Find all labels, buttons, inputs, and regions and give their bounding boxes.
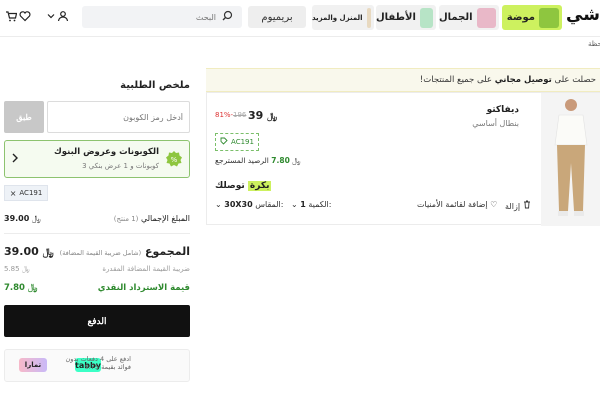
chevron-down-icon: ⌄ (215, 200, 222, 209)
search-input[interactable] (86, 9, 216, 25)
qty-value: 1 (300, 200, 306, 209)
logo[interactable]: شي (566, 5, 600, 25)
premium-button[interactable]: بريميوم (248, 6, 306, 28)
cashback-label: قيمة الاسترداد النقدي (97, 283, 190, 293)
tile-beauty-label: الجمال (439, 12, 473, 23)
product-image[interactable] (541, 93, 600, 226)
checkout-button[interactable]: الدفع (4, 305, 190, 337)
discount-badge-icon: % (165, 150, 183, 171)
quantity-selector[interactable]: ⌄ 1 الكمية: (291, 200, 331, 209)
points-value: 7.80 (271, 156, 290, 165)
header-divider (0, 36, 600, 37)
chevron-down-icon: ⌄ (291, 200, 298, 209)
banner-prefix: حصلت على (554, 75, 596, 85)
search-icon[interactable] (222, 10, 233, 24)
tile-kids[interactable]: الأطفال (376, 5, 436, 30)
order-summary-title: ملخص الطلبية (120, 80, 190, 91)
banner-highlight: توصيل مجاني (494, 75, 552, 85)
coupon-tag-code: AC191 (231, 138, 254, 146)
tile-fashion[interactable]: موضة (502, 5, 562, 30)
home-thumb-icon (366, 7, 371, 28)
chevron-left-icon[interactable] (11, 152, 19, 167)
applied-coupon-code: AC191 (19, 189, 43, 197)
riyal-icon: ﷼ (27, 283, 38, 293)
size-value: 30X30 (224, 200, 253, 209)
summary-divider (4, 233, 190, 234)
installments-box[interactable]: تمارا tabby ادفع على 4 دفعات بدون فوائد … (4, 349, 190, 382)
svg-text:%: % (171, 156, 178, 164)
installments-text: ادفع على 4 دفعات بدون فوائد بقيمة 9.75 (65, 355, 131, 372)
banner-text: حصلت على توصيل مجاني على جميع المنتجات! (420, 75, 596, 85)
cashback-value: ﷼ 7.80 (4, 283, 38, 293)
tile-kids-label: الأطفال (376, 12, 416, 23)
riyal-icon: ﷼ (21, 265, 30, 273)
tile-home[interactable]: المنزل والمزيد (312, 5, 374, 30)
delivery-day: بكرة (247, 181, 272, 191)
qty-label: الكمية: (308, 200, 332, 209)
size-label: المقاس: (255, 200, 284, 209)
vat-label: ضريبة القيمة المضافة المقدرة (102, 265, 190, 273)
trash-icon (523, 200, 531, 211)
riyal-icon: ﷼ (31, 214, 41, 223)
cart-item-card: ديفاكتو بنطال أساسي 39 ﷼ 196 81%- AC191 … (206, 92, 600, 226)
kids-thumb-icon (419, 7, 433, 28)
installments-line1: ادفع على 4 دفعات بدون (65, 355, 131, 363)
top-header: بريميوم المنزل والمزيد الأطفال الجمال مو… (0, 0, 600, 36)
subtotal-value: ﷼ 39.00 (4, 214, 41, 223)
riyal-small-icon: ﷼ (292, 156, 301, 165)
cashback-points: ﷼ 7.80 الرصيد المسترجع (215, 156, 301, 166)
offers-title: الكوبونات وعروض البنوك (53, 147, 159, 157)
total-label: المجموع (شامل ضريبة القيمة المضافة) (59, 245, 190, 258)
remove-label: إزالة (505, 202, 521, 211)
delivery-label: توصلك (215, 181, 245, 191)
offers-subtitle: 3 كوبونات و 1 عرض بنكي (82, 162, 159, 170)
heart-icon[interactable] (18, 9, 32, 23)
tile-home-label: المنزل والمزيد (312, 13, 363, 22)
subnav-text[interactable]: ملاحظة (588, 40, 600, 48)
riyal-icon: ﷼ (267, 112, 278, 122)
coupon-tag[interactable]: AC191 (215, 133, 259, 151)
wishlist-button[interactable]: إضافة لقائمة الأمنيات ♡ (417, 200, 497, 209)
vat-value: ﷼ 5.85 (4, 265, 30, 273)
apply-coupon-button[interactable]: طبق (4, 101, 44, 133)
riyal-icon: ﷼ (42, 247, 54, 258)
search-bar[interactable] (82, 6, 242, 28)
tamara-logo: تمارا (19, 358, 47, 372)
free-delivery-banner: حصلت على توصيل مجاني على جميع المنتجات! (206, 68, 600, 92)
points-label: الرصيد المسترجع (215, 156, 269, 165)
tile-beauty[interactable]: الجمال (439, 5, 499, 30)
product-brand[interactable]: ديفاكتو (487, 105, 519, 115)
size-selector[interactable]: ⌄ 30X30 المقاس: (215, 200, 283, 209)
total-value: ﷼ 39.00 (4, 245, 54, 258)
product-name[interactable]: بنطال أساسي (472, 119, 519, 128)
beauty-thumb-icon (476, 7, 496, 28)
installments-line2: فوائد بقيمة 9.75 (84, 363, 131, 372)
fashion-thumb-icon (539, 7, 559, 28)
remove-button[interactable]: إزالة (505, 200, 531, 211)
price-value: 39 (248, 109, 264, 122)
wishlist-label: إضافة لقائمة الأمنيات (417, 200, 488, 209)
product-old-price: 196 (233, 111, 247, 119)
applied-coupon-chip[interactable]: × AC191 (4, 185, 48, 201)
delivery-estimate: بكرة توصلك (215, 181, 272, 191)
user-icon[interactable] (56, 9, 70, 23)
cart-icon[interactable] (4, 9, 18, 23)
product-price: 39 ﷼ (248, 109, 277, 122)
subtotal-label: المبلغ الإجمالي (1 منتج) (113, 214, 190, 223)
close-icon[interactable]: × (10, 189, 17, 198)
coupon-code-input[interactable] (47, 101, 190, 133)
discount-badge: 81%- (215, 111, 234, 119)
coupons-offers-panel[interactable]: الكوبونات وعروض البنوك 3 كوبونات و 1 عرض… (4, 140, 190, 178)
banner-suffix: على جميع المنتجات! (419, 75, 492, 85)
tile-fashion-label: موضة (506, 12, 535, 23)
heart-icon: ♡ (490, 200, 498, 209)
tag-icon (220, 137, 228, 147)
